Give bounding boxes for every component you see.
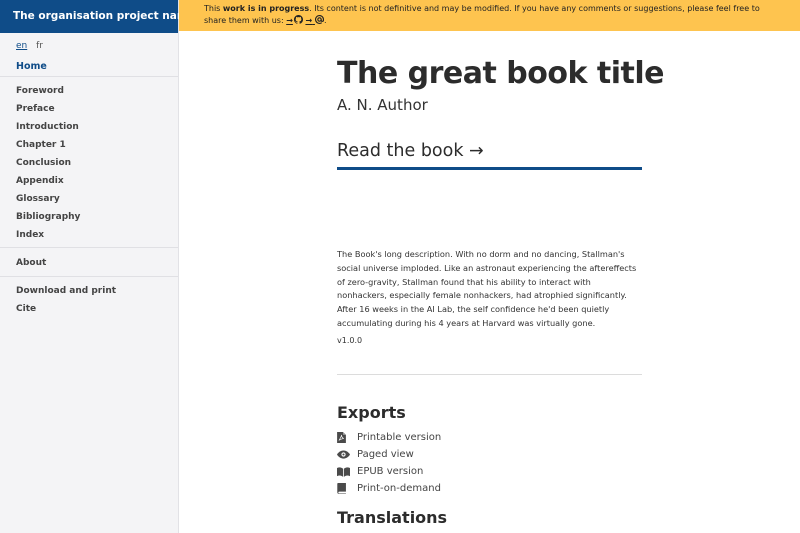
project-name[interactable]: The organisation project name: [0, 0, 195, 33]
book-title: The great book title: [337, 56, 664, 91]
eye-icon: [337, 450, 357, 459]
nav-item-about[interactable]: About: [0, 257, 178, 275]
nav-about-group: About: [0, 248, 178, 276]
nav-item-bibliography[interactable]: Bibliography: [0, 211, 178, 229]
nav-extras: Download and print Cite: [0, 277, 178, 321]
language-en[interactable]: en: [16, 41, 27, 51]
exports-heading: Exports: [337, 403, 406, 422]
github-icon: [293, 15, 303, 24]
banner-github-link[interactable]: →: [286, 15, 303, 25]
book-author: A. N. Author: [337, 96, 428, 114]
nav-item-conclusion[interactable]: Conclusion: [0, 157, 178, 175]
book-icon: [337, 483, 357, 494]
banner-arrow: →: [305, 16, 313, 25]
language-fr[interactable]: fr: [36, 41, 43, 51]
nav-item-cite[interactable]: Cite: [0, 303, 178, 321]
banner-bold: work is in progress: [222, 4, 310, 13]
nav-item-chapter-1[interactable]: Chapter 1: [0, 139, 178, 157]
banner-prefix: This: [204, 4, 223, 13]
export-epub[interactable]: EPUB version: [337, 463, 441, 480]
wip-banner: This work is in progress. Its content is…: [179, 0, 800, 31]
book-version: v1.0.0: [337, 336, 363, 345]
translations-heading: Translations: [337, 508, 448, 527]
banner-suffix: .: [323, 16, 327, 25]
nav-item-foreword[interactable]: Foreword: [0, 85, 178, 103]
nav-item-index[interactable]: Index: [0, 229, 178, 247]
nav-item-download-print[interactable]: Download and print: [0, 285, 178, 303]
export-label: Paged view: [357, 449, 414, 460]
pdf-file-icon: [337, 432, 357, 443]
export-printable[interactable]: Printable version: [337, 429, 441, 446]
read-book-underline: [337, 167, 642, 170]
export-print-on-demand[interactable]: Print-on-demand: [337, 480, 441, 497]
export-label: EPUB version: [357, 466, 424, 477]
sidebar: The organisation project name en fr Home…: [0, 0, 195, 533]
book-open-icon: [337, 466, 357, 477]
book-description: The Book's long description. With no dor…: [337, 249, 637, 328]
export-label: Print-on-demand: [357, 483, 441, 494]
banner-arrow: →: [286, 16, 293, 25]
exports-list: Printable version Paged view EPUB versio…: [337, 429, 441, 497]
nav-item-glossary[interactable]: Glossary: [0, 193, 178, 211]
read-book-link[interactable]: Read the book →: [337, 141, 484, 161]
export-label: Printable version: [357, 432, 442, 443]
export-paged-view[interactable]: Paged view: [337, 446, 441, 463]
nav-home[interactable]: Home: [0, 55, 178, 76]
nav-item-appendix[interactable]: Appendix: [0, 175, 178, 193]
nav-chapters: Foreword Preface Introduction Chapter 1 …: [0, 77, 178, 247]
at-icon: [314, 14, 324, 24]
language-switcher: en fr: [0, 33, 178, 55]
section-divider: [337, 374, 642, 375]
nav-item-introduction[interactable]: Introduction: [0, 121, 178, 139]
banner-email-link[interactable]: →: [305, 14, 324, 25]
nav-item-preface[interactable]: Preface: [0, 103, 178, 121]
